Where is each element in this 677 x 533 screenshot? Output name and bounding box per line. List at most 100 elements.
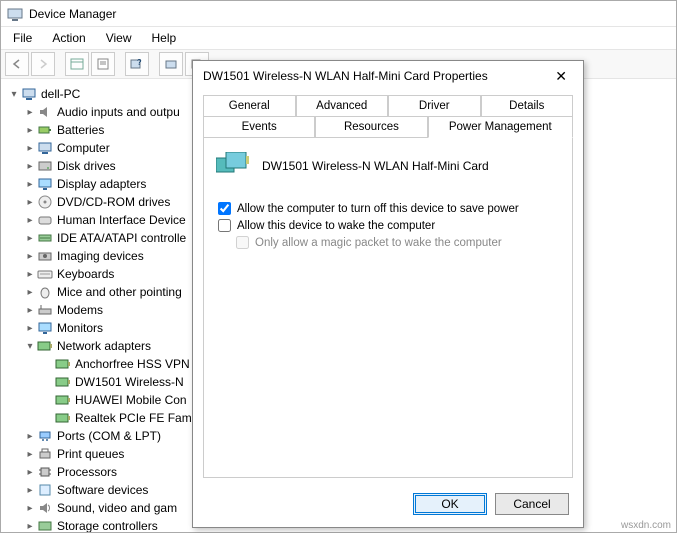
tree-label: HUAWEI Mobile Con [75,393,187,407]
checkbox-turnoff-label: Allow the computer to turn off this devi… [237,203,519,215]
tree-label: Print queues [57,447,124,461]
tab-events[interactable]: Events [203,116,315,138]
expander-icon[interactable]: ▸ [23,467,37,478]
expander-icon[interactable]: ▸ [23,269,37,280]
expander-icon[interactable]: ▸ [23,107,37,118]
expander-icon[interactable]: ▸ [23,233,37,244]
expander-icon[interactable]: ▸ [23,179,37,190]
tree-label: Audio inputs and outpu [57,105,180,119]
tab-resources[interactable]: Resources [315,116,427,138]
tree-label: DW1501 Wireless-N [75,375,184,389]
computer-icon [21,86,37,102]
tab-general[interactable]: General [203,95,296,116]
properties-dialog: DW1501 Wireless-N WLAN Half-Mini Card Pr… [192,60,584,528]
checkbox-row-magic: Only allow a magic packet to wake the co… [236,236,560,249]
menu-help[interactable]: Help [144,29,185,47]
tree-label: Computer [57,141,110,155]
software-icon [37,482,53,498]
dm-titlebar: Device Manager [1,1,676,27]
mouse-icon [37,284,53,300]
tree-label: Realtek PCIe FE Fam [75,411,192,425]
battery-icon [37,122,53,138]
audio-icon [37,104,53,120]
checkbox-row-wake[interactable]: Allow this device to wake the computer [218,219,560,232]
expander-icon[interactable]: ▸ [23,143,37,154]
tab-details[interactable]: Details [481,95,574,116]
cancel-button[interactable]: Cancel [495,493,569,515]
expander-icon[interactable]: ▸ [23,215,37,226]
imaging-icon [37,248,53,264]
device-name: DW1501 Wireless-N WLAN Half-Mini Card [262,159,489,173]
tree-label: Ports (COM & LPT) [57,429,161,443]
printer-icon [37,446,53,462]
ok-button[interactable]: OK [413,493,487,515]
menu-view[interactable]: View [98,29,140,47]
menu-action[interactable]: Action [44,29,93,47]
tab-panel-power: DW1501 Wireless-N WLAN Half-Mini Card Al… [203,138,573,478]
expander-icon[interactable]: ▸ [23,503,37,514]
expander-icon[interactable]: ▸ [23,485,37,496]
tree-label: Sound, video and gam [57,501,177,515]
keyboard-icon [37,266,53,282]
tab-advanced[interactable]: Advanced [296,95,389,116]
dm-menubar: File Action View Help [1,27,676,49]
ide-icon [37,230,53,246]
dialog-title: DW1501 Wireless-N WLAN Half-Mini Card Pr… [203,69,488,83]
network-card-icon [216,152,250,180]
expander-icon[interactable]: ▸ [23,521,37,532]
expander-icon[interactable]: ▸ [23,323,37,334]
modem-icon [37,302,53,318]
tree-label: Mice and other pointing [57,285,182,299]
expander-icon[interactable]: ▸ [23,287,37,298]
menu-file[interactable]: File [5,29,40,47]
tab-power-management[interactable]: Power Management [428,116,573,138]
toolbar-show-hidden[interactable] [65,52,89,76]
toolbar-back[interactable] [5,52,29,76]
toolbar-help[interactable]: ? [125,52,149,76]
checkbox-wake[interactable] [218,219,231,232]
dialog-button-row: OK Cancel [413,493,569,515]
expander-icon[interactable]: ▸ [23,251,37,262]
expander-icon[interactable]: ▾ [7,89,21,100]
tree-label: Human Interface Device [57,213,186,227]
checkbox-turnoff[interactable] [218,202,231,215]
checkbox-wake-label: Allow this device to wake the computer [237,220,435,232]
network-adapter-icon [55,392,71,408]
tab-driver[interactable]: Driver [388,95,481,116]
expander-icon[interactable]: ▸ [23,125,37,136]
tree-label: Keyboards [57,267,114,281]
expander-icon[interactable]: ▸ [23,197,37,208]
toolbar-scan[interactable] [159,52,183,76]
svg-text:?: ? [137,58,142,67]
expander-icon[interactable]: ▸ [23,305,37,316]
expander-icon[interactable]: ▸ [23,161,37,172]
network-adapter-icon [37,338,53,354]
port-icon [37,428,53,444]
tree-label: Network adapters [57,339,151,353]
monitor-icon [37,320,53,336]
checkbox-row-turnoff[interactable]: Allow the computer to turn off this devi… [218,202,560,215]
dialog-titlebar: DW1501 Wireless-N WLAN Half-Mini Card Pr… [193,61,583,91]
toolbar-properties[interactable] [91,52,115,76]
tabs-row-1: General Advanced Driver Details [203,95,573,116]
tree-label: Monitors [57,321,103,335]
expander-icon[interactable]: ▸ [23,431,37,442]
sound-icon [37,500,53,516]
tree-label: Imaging devices [57,249,144,263]
network-adapter-icon [55,356,71,372]
expander-icon[interactable]: ▾ [23,341,37,352]
tree-label: Disk drives [57,159,116,173]
tree-label: DVD/CD-ROM drives [57,195,170,209]
expander-icon[interactable]: ▸ [23,449,37,460]
dm-title: Device Manager [29,7,116,21]
tree-label: Storage controllers [57,519,158,532]
display-icon [37,176,53,192]
tabs-row-2: Events Resources Power Management [203,116,573,138]
hid-icon [37,212,53,228]
toolbar-forward[interactable] [31,52,55,76]
computer-icon [37,140,53,156]
tree-label: Anchorfree HSS VPN [75,357,190,371]
tree-label: Processors [57,465,117,479]
close-button[interactable]: ✕ [549,66,573,87]
device-manager-icon [7,6,23,22]
